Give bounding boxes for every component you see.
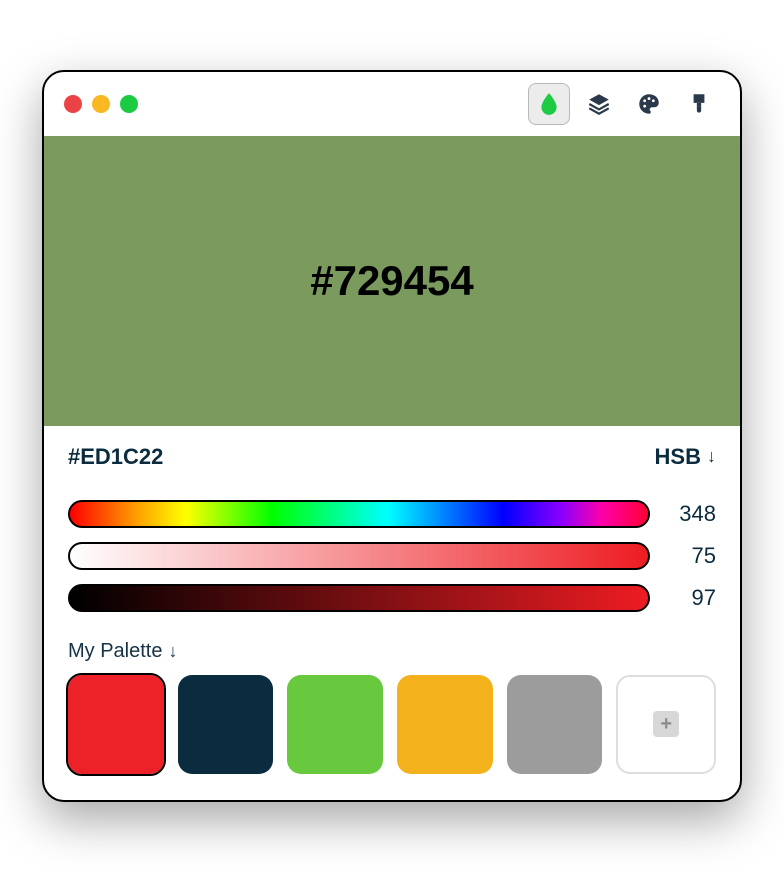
hue-slider-row: 348 [68, 500, 716, 528]
brush-tool-button[interactable] [678, 83, 720, 125]
color-info-bar: #ED1C22 HSB ↓ [44, 426, 740, 480]
hero-hex-label: #729454 [310, 257, 474, 305]
palette-swatch[interactable] [68, 675, 164, 775]
palette-tool-button[interactable] [628, 83, 670, 125]
color-mode-label: HSB [655, 444, 701, 470]
hsb-sliders: 348 75 97 [44, 480, 740, 632]
chevron-down-icon: ↓ [168, 641, 177, 662]
brightness-slider[interactable] [68, 584, 650, 612]
layers-icon [586, 91, 612, 117]
palette-swatch[interactable] [178, 675, 274, 775]
app-window: #729454 #ED1C22 HSB ↓ 348 75 97 My Palet… [42, 70, 742, 803]
add-swatch-button[interactable]: + [616, 675, 716, 775]
window-controls [64, 95, 138, 113]
hue-slider[interactable] [68, 500, 650, 528]
brightness-value: 97 [668, 585, 716, 611]
hero-color-swatch[interactable]: #729454 [44, 136, 740, 426]
hue-value: 348 [668, 501, 716, 527]
chevron-down-icon: ↓ [707, 446, 716, 467]
close-window-button[interactable] [64, 95, 82, 113]
palette-swatch[interactable] [507, 675, 603, 775]
palette-swatch[interactable] [287, 675, 383, 775]
titlebar [44, 72, 740, 136]
layers-tool-button[interactable] [578, 83, 620, 125]
minimize-window-button[interactable] [92, 95, 110, 113]
plus-icon: + [653, 711, 679, 737]
tool-icons [528, 83, 720, 125]
palette-icon [636, 91, 662, 117]
palette-name-label: My Palette [68, 640, 162, 663]
drop-tool-button[interactable] [528, 83, 570, 125]
current-hex-value[interactable]: #ED1C22 [68, 444, 163, 470]
palette-dropdown[interactable]: My Palette ↓ [44, 632, 740, 667]
palette-row: + [44, 667, 740, 801]
brush-icon [686, 91, 712, 117]
brightness-slider-row: 97 [68, 584, 716, 612]
drop-icon [536, 91, 562, 117]
zoom-window-button[interactable] [120, 95, 138, 113]
saturation-slider[interactable] [68, 542, 650, 570]
saturation-slider-row: 75 [68, 542, 716, 570]
saturation-value: 75 [668, 543, 716, 569]
palette-swatch[interactable] [397, 675, 493, 775]
color-mode-dropdown[interactable]: HSB ↓ [655, 444, 716, 470]
